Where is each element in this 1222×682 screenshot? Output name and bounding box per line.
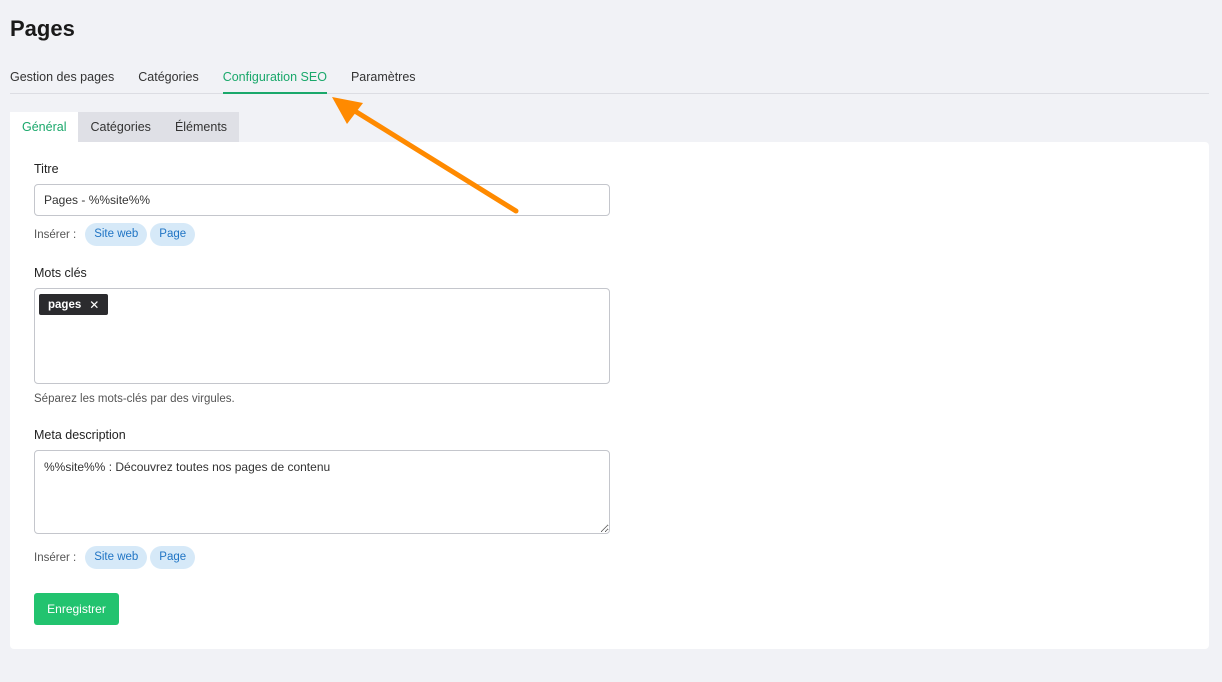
title-insert-label: Insérer : (34, 228, 77, 241)
title-input[interactable] (34, 184, 610, 216)
annotation-arrow-head (332, 97, 363, 124)
insert-site-web-chip[interactable]: Site web (85, 546, 148, 569)
title-insert-row: Insérer : Site web Page (34, 223, 196, 246)
tab-settings[interactable]: Paramètres (351, 68, 416, 94)
seo-form-panel: Titre Insérer : Site web Page Mots clés … (10, 142, 1209, 649)
keywords-label: Mots clés (34, 266, 87, 280)
save-button[interactable]: Enregistrer (34, 593, 119, 625)
meta-insert-row: Insérer : Site web Page (34, 546, 196, 569)
main-tabs: Gestion des pages Catégories Configurati… (10, 68, 1209, 94)
tab-page-management[interactable]: Gestion des pages (10, 68, 114, 94)
meta-insert-label: Insérer : (34, 551, 77, 564)
tab-seo-configuration[interactable]: Configuration SEO (222, 68, 327, 94)
title-label: Titre (34, 162, 59, 176)
subtab-categories[interactable]: Catégories (78, 112, 163, 142)
keywords-tag-input[interactable]: pages ✕ (34, 288, 610, 384)
seo-sub-tabs: Général Catégories Éléments (10, 112, 240, 142)
keywords-help-text: Séparez les mots-clés par des virgules. (34, 393, 235, 405)
page-title: Pages (10, 16, 75, 41)
insert-page-chip[interactable]: Page (150, 223, 196, 246)
close-icon[interactable]: ✕ (89, 298, 99, 312)
tab-categories[interactable]: Catégories (138, 68, 198, 94)
keyword-tag-label: pages (48, 298, 82, 311)
insert-page-chip[interactable]: Page (150, 546, 196, 569)
subtab-general[interactable]: Général (10, 112, 79, 142)
meta-description-textarea[interactable]: %%site%% : Découvrez toutes nos pages de… (34, 450, 610, 534)
subtab-elements[interactable]: Éléments (162, 112, 240, 142)
keyword-tag: pages ✕ (39, 294, 109, 315)
meta-description-label: Meta description (34, 428, 126, 442)
insert-site-web-chip[interactable]: Site web (85, 223, 148, 246)
